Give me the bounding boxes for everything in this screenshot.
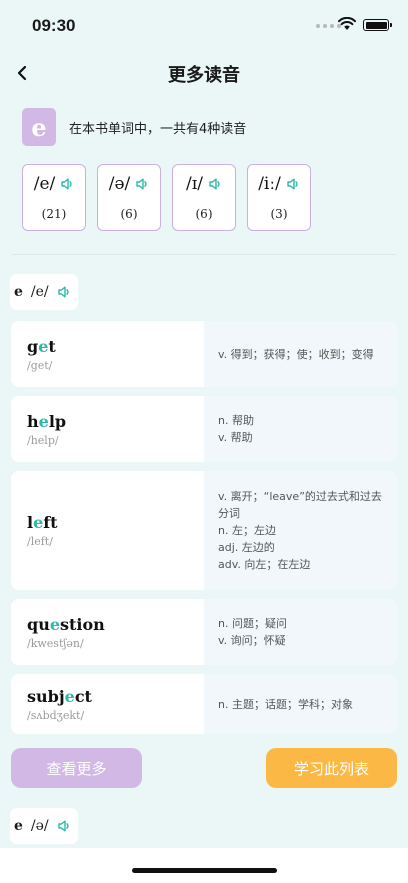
word-card-subject[interactable]: subject /sʌbdʒekt/ n. 主题；话题；学科；对象 [11,674,397,734]
word-text: help [27,411,67,431]
section-letter: e [14,818,23,834]
word-ipa: /get/ [27,358,53,372]
pronunciation-ipa: /ɪ/ [186,174,203,194]
speaker-icon[interactable] [57,819,71,833]
word-ipa: /left/ [27,535,53,548]
section-header-schwa: e /ə/ [10,808,78,844]
status-time: 09:30 [32,16,76,35]
word-card-left[interactable]: left /left/ v. 离开；“leave”的过去式和过去分词 n. 左；… [11,471,397,590]
word-text: left [27,513,58,532]
word-ipa: /sʌbdʒekt/ [27,708,85,722]
pronunciation-ipa: /iː/ [258,174,281,194]
divider [12,254,396,255]
section-ipa: /e/ [30,284,49,300]
nav-bar: 更多读音 [0,55,408,91]
word-definition: n. 主题；话题；学科；对象 [204,674,397,734]
battery-icon [363,19,392,31]
letter-header: e 在本书单词中，一共有4种读音 [22,108,246,146]
word-definition: n. 问题；疑问 v. 询问；怀疑 [204,599,397,665]
pronunciation-card-long-i[interactable]: /iː/ (3) [247,164,311,231]
word-list: get /get/ v. 得到；获得；使；收到；变得 help /help/ n… [11,321,397,743]
pronunciation-card-short-i[interactable]: /ɪ/ (6) [172,164,236,231]
section-letter: e [14,284,23,300]
word-ipa: /kwestʃən/ [27,636,84,650]
home-indicator[interactable] [132,868,277,873]
letter-description: 在本书单词中，一共有4种读音 [69,121,247,137]
speaker-icon[interactable] [286,177,300,191]
pronunciation-count: (3) [270,207,288,221]
pronunciation-card-schwa[interactable]: /ə/ (6) [97,164,161,231]
word-text: get [27,336,56,356]
pronunciation-count: (21) [41,207,67,221]
word-text: subject [27,686,92,706]
word-card-question[interactable]: question /kwestʃən/ n. 问题；疑问 v. 询问；怀疑 [11,599,397,665]
speaker-icon[interactable] [135,177,149,191]
word-definition: v. 离开；“leave”的过去式和过去分词 n. 左；左边 adj. 左边的 … [204,471,397,590]
section-header-e: e /e/ [10,274,78,310]
pronunciation-ipa: /e/ [33,174,56,194]
word-card-help[interactable]: help /help/ n. 帮助 v. 帮助 [11,396,397,462]
pronunciation-cards: /e/ (21) /ə/ (6) /ɪ/ (6) /iː/ (3) [22,164,311,231]
pronunciation-count: (6) [195,207,213,221]
pronunciation-ipa: /ə/ [108,174,131,194]
pronunciation-count: (6) [120,207,138,221]
page-title: 更多读音 [168,65,240,86]
bottom-safe-area [0,848,408,883]
status-bar: 09:30 [0,0,408,50]
speaker-icon[interactable] [208,177,222,191]
speaker-icon[interactable] [57,285,71,299]
pronunciation-card-e[interactable]: /e/ (21) [22,164,86,231]
speaker-icon[interactable] [60,177,74,191]
word-ipa: /help/ [27,433,59,447]
letter-badge: e [22,108,56,146]
word-definition: n. 帮助 v. 帮助 [204,396,397,462]
wifi-icon [338,17,356,30]
view-more-button[interactable]: 查看更多 [11,748,142,788]
word-text: question [27,614,105,634]
section-ipa: /ə/ [30,818,49,834]
word-definition: v. 得到；获得；使；收到；变得 [204,321,397,387]
word-card-get[interactable]: get /get/ v. 得到；获得；使；收到；变得 [11,321,397,387]
study-list-button[interactable]: 学习此列表 [266,748,397,788]
